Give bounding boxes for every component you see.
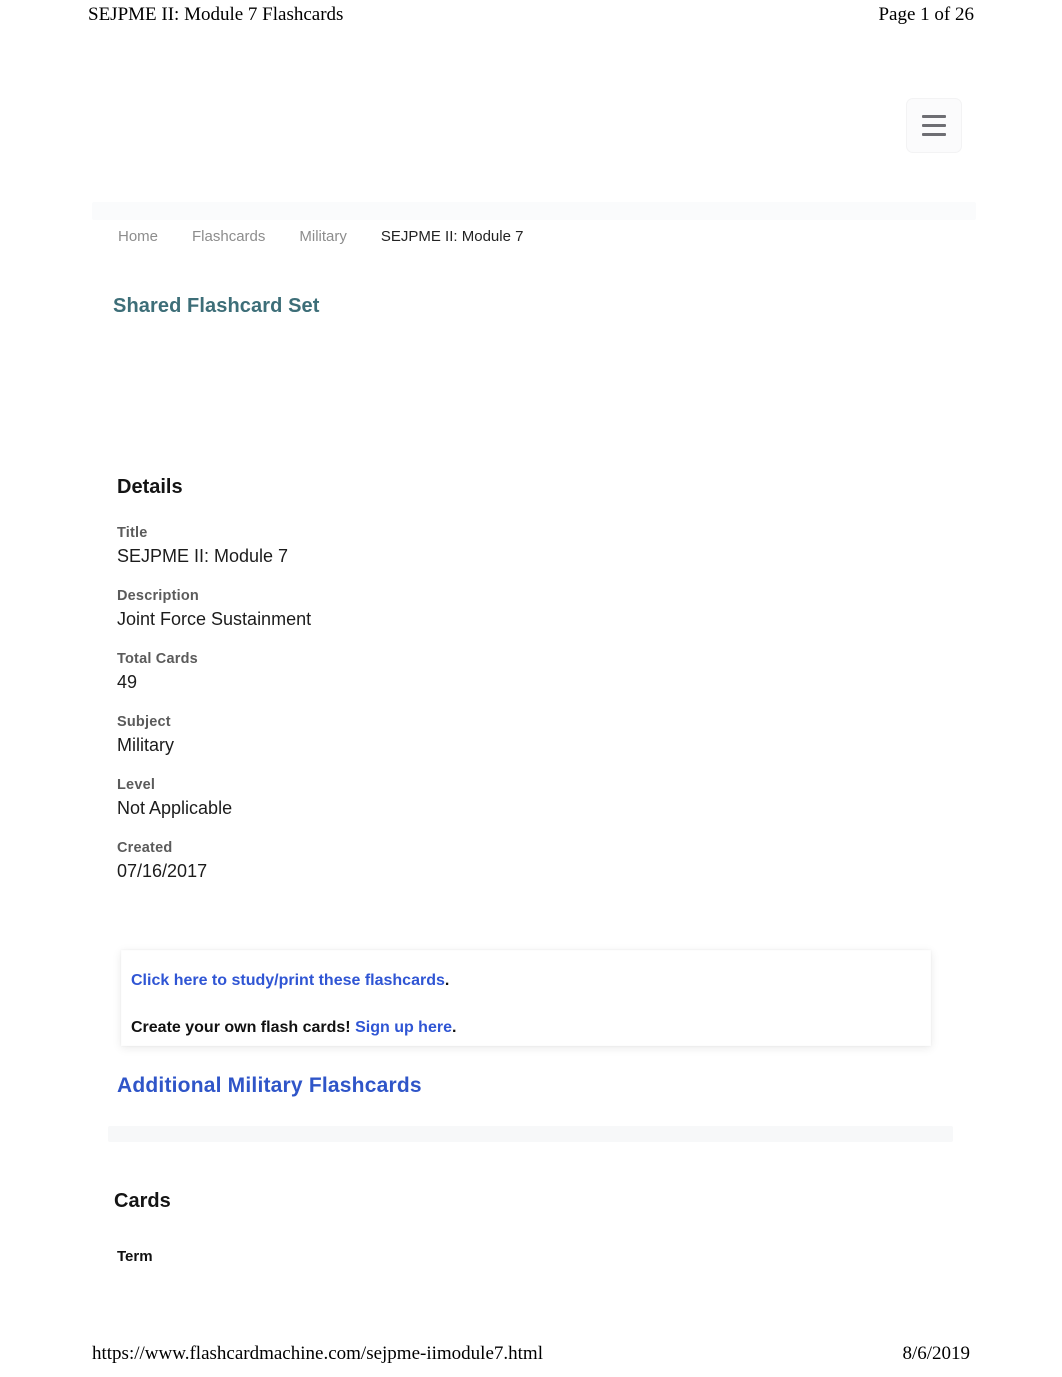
detail-label-title: Title: [117, 525, 148, 541]
study-print-line: Click here to study/print these flashcar…: [131, 971, 920, 990]
detail-value-total-cards: 49: [117, 672, 138, 692]
detail-row-level: Level Not Applicable: [117, 777, 817, 819]
cards-term-column-header: Term: [117, 1248, 153, 1265]
detail-label-description: Description: [117, 588, 199, 604]
call-to-action-card: Click here to study/print these flashcar…: [121, 950, 931, 1046]
site-navbar: [0, 98, 1062, 158]
detail-value-description: Joint Force Sustainment: [117, 609, 312, 629]
details-heading: Details: [117, 476, 183, 498]
detail-value-level: Not Applicable: [117, 798, 233, 818]
cards-section: Cards Term: [114, 1190, 171, 1265]
print-footer: https://www.flashcardmachine.com/sejpme-…: [0, 1339, 1062, 1369]
breadcrumb-item-flashcards[interactable]: Flashcards: [192, 228, 265, 245]
breadcrumb-item-current: SEJPME II: Module 7: [380, 228, 524, 245]
detail-row-total-cards: Total Cards 49: [117, 651, 817, 693]
hamburger-menu-icon[interactable]: [906, 98, 962, 153]
top-banner-placeholder: [92, 202, 976, 220]
hamburger-bar-2: [922, 124, 946, 127]
detail-label-total-cards: Total Cards: [117, 651, 198, 667]
detail-label-created: Created: [117, 840, 173, 856]
additional-military-flashcards-link[interactable]: Additional Military Flashcards: [117, 1074, 422, 1098]
breadcrumb-item-home[interactable]: Home: [118, 228, 158, 245]
cards-heading: Cards: [114, 1190, 171, 1212]
detail-value-created: 07/16/2017: [117, 861, 208, 881]
hamburger-bar-3: [922, 133, 946, 136]
hamburger-bar-1: [922, 115, 946, 118]
detail-label-level: Level: [117, 777, 156, 793]
print-header: SEJPME II: Module 7 Flashcards Page 1 of…: [0, 0, 1062, 30]
sign-up-link[interactable]: Sign up here: [355, 1019, 452, 1036]
print-footer-date: 8/6/2019: [902, 1343, 970, 1364]
print-footer-url: https://www.flashcardmachine.com/sejpme-…: [92, 1343, 543, 1364]
breadcrumb: Home Flashcards Military SEJPME II: Modu…: [118, 228, 523, 245]
study-print-link[interactable]: Click here to study/print these flashcar…: [131, 972, 445, 989]
study-print-period: .: [444, 972, 450, 989]
breadcrumb-item-military[interactable]: Military: [299, 228, 347, 245]
detail-value-title: SEJPME II: Module 7: [117, 546, 289, 566]
detail-label-subject: Subject: [117, 714, 171, 730]
print-page-indicator: Page 1 of 26: [878, 4, 974, 25]
detail-row-description: Description Joint Force Sustainment: [117, 588, 817, 630]
detail-row-subject: Subject Military: [117, 714, 817, 756]
bottom-banner-placeholder: [108, 1126, 953, 1142]
signup-line: Create your own flash cards! Sign up her…: [131, 1018, 920, 1037]
create-own-text: Create your own flash cards!: [131, 1019, 351, 1037]
detail-row-title: Title SEJPME II: Module 7: [117, 525, 817, 567]
page-title: Shared Flashcard Set: [113, 295, 320, 317]
sign-up-period: .: [451, 1019, 457, 1037]
details-section: Details Title SEJPME II: Module 7 Descri…: [117, 476, 817, 903]
page-content: Home Flashcards Military SEJPME II: Modu…: [0, 30, 1062, 1330]
print-header-title: SEJPME II: Module 7 Flashcards: [88, 4, 344, 25]
detail-value-subject: Military: [117, 735, 174, 755]
detail-row-created: Created 07/16/2017: [117, 840, 817, 882]
